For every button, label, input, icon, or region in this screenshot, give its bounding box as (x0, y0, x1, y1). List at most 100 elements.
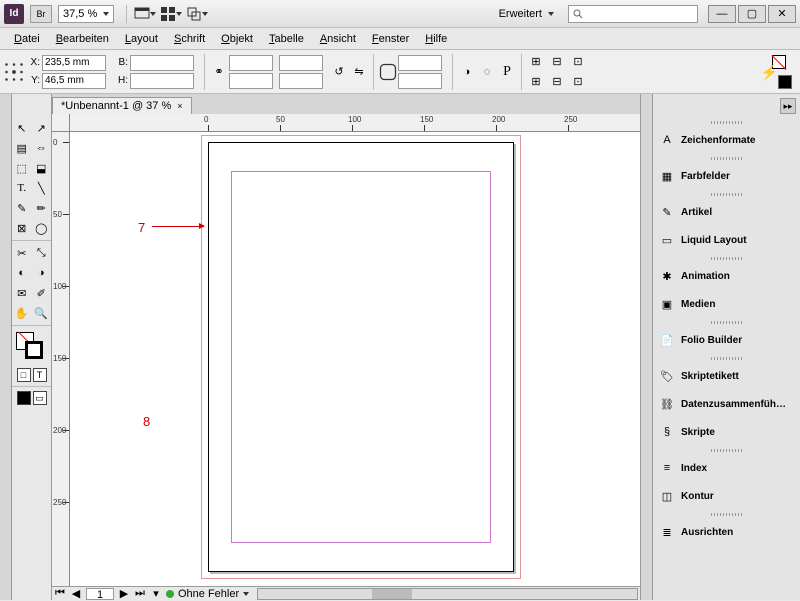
menu-datei[interactable]: Datei (6, 31, 48, 47)
shear-input[interactable] (279, 73, 323, 89)
corner-input[interactable] (398, 73, 442, 89)
canvas[interactable]: 7 8 (70, 132, 640, 586)
chevron-down-icon[interactable] (243, 592, 249, 596)
pen-tool[interactable]: ✎ (12, 198, 32, 218)
panel-ausrichten[interactable]: ≣Ausrichten (653, 518, 800, 546)
scale-y-input[interactable] (229, 73, 273, 89)
y-input[interactable]: 46,5 mm (42, 73, 106, 89)
view-options-button[interactable] (159, 4, 183, 24)
direct-selection-tool[interactable]: ↗ (32, 118, 52, 138)
panel-datenzusammenf-h-[interactable]: ⛓Datenzusammenfüh… (653, 390, 800, 418)
apply-color-button[interactable]: □ (17, 368, 31, 382)
pencil-tool[interactable]: ✏ (32, 198, 52, 218)
workspace-switcher[interactable]: Erweitert (493, 6, 560, 22)
stroke-weight-input[interactable] (398, 55, 442, 71)
close-button[interactable]: ✕ (768, 5, 796, 23)
note-tool[interactable]: ✉ (12, 283, 32, 303)
prev-page-button[interactable]: ◀ (70, 588, 82, 600)
panel-folio-builder[interactable]: 📄Folio Builder (653, 326, 800, 354)
panel-grip[interactable] (653, 118, 800, 126)
fill-stroke-toolbox[interactable] (14, 332, 49, 362)
first-page-button[interactable]: ⏮ (54, 588, 66, 600)
panel-zeichenformate[interactable]: AZeichenformate (653, 126, 800, 154)
paragraph-icon[interactable]: P (497, 62, 517, 82)
type-tool[interactable]: T. (12, 178, 32, 198)
search-input[interactable] (568, 5, 698, 23)
open-button[interactable]: ▾ (150, 588, 162, 600)
pathfinder-icon[interactable]: ⊡ (568, 52, 588, 72)
quick-apply-icon[interactable]: ⚡ (761, 64, 778, 81)
formatting-container-button[interactable] (17, 391, 31, 405)
align-icon[interactable]: ⊞ (526, 52, 546, 72)
formatting-text-button[interactable]: ▭ (33, 391, 47, 405)
rotate-input[interactable] (279, 55, 323, 71)
panel-artikel[interactable]: ✎Artikel (653, 198, 800, 226)
tab-close-button[interactable]: × (177, 101, 182, 111)
page[interactable] (208, 142, 514, 572)
panel-grip[interactable] (653, 254, 800, 262)
bridge-button[interactable]: Br (30, 5, 52, 23)
menu-schrift[interactable]: Schrift (166, 31, 213, 47)
arrange-button[interactable] (185, 4, 209, 24)
content-placer-tool[interactable]: ⬓ (32, 158, 52, 178)
constrain-icon[interactable]: ⚭ (209, 62, 229, 82)
gap-tool[interactable]: ⇔ (32, 138, 52, 158)
panel-grip[interactable] (653, 318, 800, 326)
align-icon-2[interactable]: ⊞ (526, 72, 546, 92)
line-tool[interactable]: ╲ (32, 178, 52, 198)
panel-skripte[interactable]: §Skripte (653, 418, 800, 446)
panel-index[interactable]: ≡Index (653, 454, 800, 482)
panel-skriptetikett[interactable]: 🏷Skriptetikett (653, 362, 800, 390)
panel-grip[interactable] (653, 154, 800, 162)
panel-grip[interactable] (653, 354, 800, 362)
maximize-button[interactable]: ▢ (738, 5, 766, 23)
menu-fenster[interactable]: Fenster (364, 31, 417, 47)
menu-tabelle[interactable]: Tabelle (261, 31, 312, 47)
panel-grip[interactable] (653, 446, 800, 454)
panel-farbfelder[interactable]: ▦Farbfelder (653, 162, 800, 190)
content-collector-tool[interactable]: ⬚ (12, 158, 32, 178)
pathfinder-icon-2[interactable]: ⊡ (568, 72, 588, 92)
panel-grip[interactable] (653, 190, 800, 198)
collapse-panels-button[interactable]: ▸▸ (780, 98, 796, 114)
menu-objekt[interactable]: Objekt (213, 31, 261, 47)
scissors-tool[interactable]: ✂ (12, 243, 32, 263)
screen-mode-button[interactable] (133, 4, 157, 24)
apply-text-button[interactable]: T (33, 368, 47, 382)
h-input[interactable] (130, 73, 194, 89)
gradient-feather-tool[interactable]: ◑ (32, 263, 52, 283)
rotate-ccw-icon[interactable]: ↺ (329, 62, 349, 82)
flip-h-icon[interactable]: ⇋ (349, 62, 369, 82)
right-dock-strip[interactable] (640, 94, 652, 600)
effects-icon[interactable]: ◑ (457, 62, 477, 82)
panel-medien[interactable]: ▣Medien (653, 290, 800, 318)
ellipse-tool[interactable]: ◯ (32, 218, 52, 238)
menu-ansicht[interactable]: Ansicht (312, 31, 364, 47)
container-icon[interactable] (378, 62, 398, 82)
panel-kontur[interactable]: ◫Kontur (653, 482, 800, 510)
text-wrap-icon[interactable]: ◌ (477, 62, 497, 82)
gradient-swatch-tool[interactable]: ◐ (12, 263, 32, 283)
hand-tool[interactable]: ✋ (12, 303, 32, 323)
free-transform-tool[interactable]: ⤡ (32, 243, 52, 263)
minimize-button[interactable]: — (708, 5, 736, 23)
horizontal-scrollbar[interactable] (257, 588, 638, 600)
menu-hilfe[interactable]: Hilfe (417, 31, 455, 47)
panel-animation[interactable]: ✱Animation (653, 262, 800, 290)
rectangle-frame-tool[interactable]: ⊠ (12, 218, 32, 238)
panel-liquid-layout[interactable]: ▭Liquid Layout (653, 226, 800, 254)
selection-tool[interactable]: ↖ (12, 118, 32, 138)
left-dock-strip[interactable] (0, 94, 12, 600)
menu-layout[interactable]: Layout (117, 31, 166, 47)
horizontal-ruler[interactable]: 050100150200250 (70, 114, 640, 132)
page-tool[interactable]: ▤ (12, 138, 32, 158)
panel-grip[interactable] (653, 510, 800, 518)
document-tab[interactable]: *Unbenannt-1 @ 37 % × (52, 97, 192, 114)
vertical-ruler[interactable]: 050100150200250 (52, 132, 70, 586)
eyedropper-tool[interactable]: ✐ (32, 283, 52, 303)
zoom-dropdown[interactable]: 37,5 % (58, 5, 114, 23)
reference-point-grid[interactable] (4, 62, 24, 82)
distribute-icon-2[interactable]: ⊟ (547, 72, 567, 92)
x-input[interactable]: 235,5 mm (42, 55, 106, 71)
ruler-origin[interactable] (52, 114, 70, 132)
